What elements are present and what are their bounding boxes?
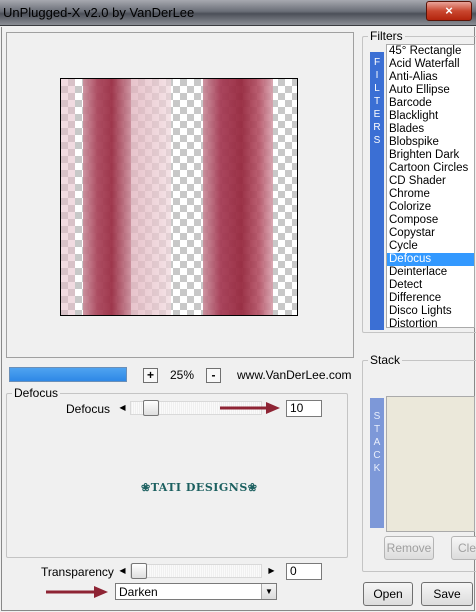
zoom-in-button[interactable]: + [143,368,158,383]
defocus-decrease-arrow[interactable]: ◀ [116,401,129,415]
filter-list-item[interactable]: Deinterlace [387,266,474,279]
annotation-arrow-defocus [220,402,280,414]
zoom-out-button[interactable]: - [206,368,221,383]
save-button[interactable]: Save [421,582,473,606]
filter-list-item[interactable]: Anti-Alias [387,71,474,84]
params-group-label: Defocus [12,386,61,400]
close-button[interactable]: × [426,1,472,21]
defocus-label: Defocus [66,402,111,416]
filter-list-item[interactable]: Copystar [387,227,474,240]
filter-list-item[interactable]: Defocus [387,253,474,266]
filter-list-item[interactable]: Compose [387,214,474,227]
defocus-value-field[interactable]: 10 [286,400,322,417]
tab-letter: S [373,135,381,146]
filter-list-item[interactable]: Acid Waterfall [387,58,474,71]
filter-list-item[interactable]: Disco Lights [387,305,474,318]
tab-letter: A [373,437,381,448]
filter-list-item[interactable]: Detect [387,279,474,292]
tab-letter: E [373,109,381,120]
transparency-increase-arrow[interactable]: ▶ [265,564,278,578]
filter-list-item[interactable]: Cycle [387,240,474,253]
transparency-slider-thumb[interactable] [131,563,147,579]
stack-tab: STACK [370,398,384,528]
tab-letter: I [375,70,379,81]
close-icon: × [445,3,453,18]
tab-letter: S [373,411,381,422]
chevron-down-icon[interactable]: ▼ [261,584,276,599]
filter-list-item[interactable]: Colorize [387,201,474,214]
tab-letter: T [373,96,381,107]
preview-image[interactable] [60,78,298,316]
annotation-arrow-blend [46,586,108,598]
filter-list-item[interactable]: CD Shader [387,175,474,188]
filter-list[interactable]: 45° Rectangle Acid Waterfall Anti-Alias Aut… [386,44,475,328]
transparency-value-field[interactable]: 0 [286,563,322,580]
tab-letter: R [373,122,381,133]
open-button[interactable]: Open [363,582,413,606]
zoom-level: 25% [170,368,195,382]
filter-list-item[interactable]: Blacklight [387,110,474,123]
tab-letter: L [374,83,380,94]
tab-letter: C [373,450,381,461]
filter-list-item[interactable]: Blades [387,123,474,136]
tab-letter: F [373,57,381,68]
filter-list-item[interactable]: Brighten Dark [387,149,474,162]
tab-letter: T [373,424,381,435]
stripe-band-4 [61,79,75,315]
title-bar: UnPlugged-X v2.0 by VanDerLee [0,0,476,26]
transparency-label: Transparency [41,565,114,579]
filters-tab: FILTERS [370,52,384,330]
filters-label: Filters [368,29,405,43]
tati-designs-watermark: ❀TATI DESIGNS❀ [141,481,258,494]
stripe-band-3 [203,79,273,315]
clear-button[interactable]: Clea [451,536,476,560]
transparency-decrease-arrow[interactable]: ◀ [116,564,129,578]
params-group [6,393,348,558]
blend-mode-select[interactable]: Darken ▼ [115,583,277,600]
stripe-band-1 [83,79,131,315]
stripe-band-2 [131,79,171,315]
website-link[interactable]: www.VanDerLee.com [237,368,352,382]
filter-list-item[interactable]: Auto Ellipse [387,84,474,97]
stack-label: Stack [368,353,403,367]
filter-list-item[interactable]: Distortion [387,318,474,327]
filter-list-item[interactable]: Difference [387,292,474,305]
progress-bar [9,367,127,382]
filter-list-item[interactable]: Blobspike [387,136,474,149]
remove-button[interactable]: Remove [384,536,434,560]
defocus-slider-thumb[interactable] [142,400,159,416]
tab-letter: K [373,463,381,474]
filter-list-item[interactable]: Cartoon Circles [387,162,474,175]
stack-list[interactable] [386,396,475,532]
window-title: UnPlugged-X v2.0 by VanDerLee [3,5,195,20]
blend-mode-value: Darken [119,585,158,599]
transparency-slider-track[interactable] [130,564,262,578]
filter-list-item[interactable]: Chrome [387,188,474,201]
filter-list-item[interactable]: Barcode [387,97,474,110]
filter-list-item[interactable]: 45° Rectangle [387,45,474,58]
